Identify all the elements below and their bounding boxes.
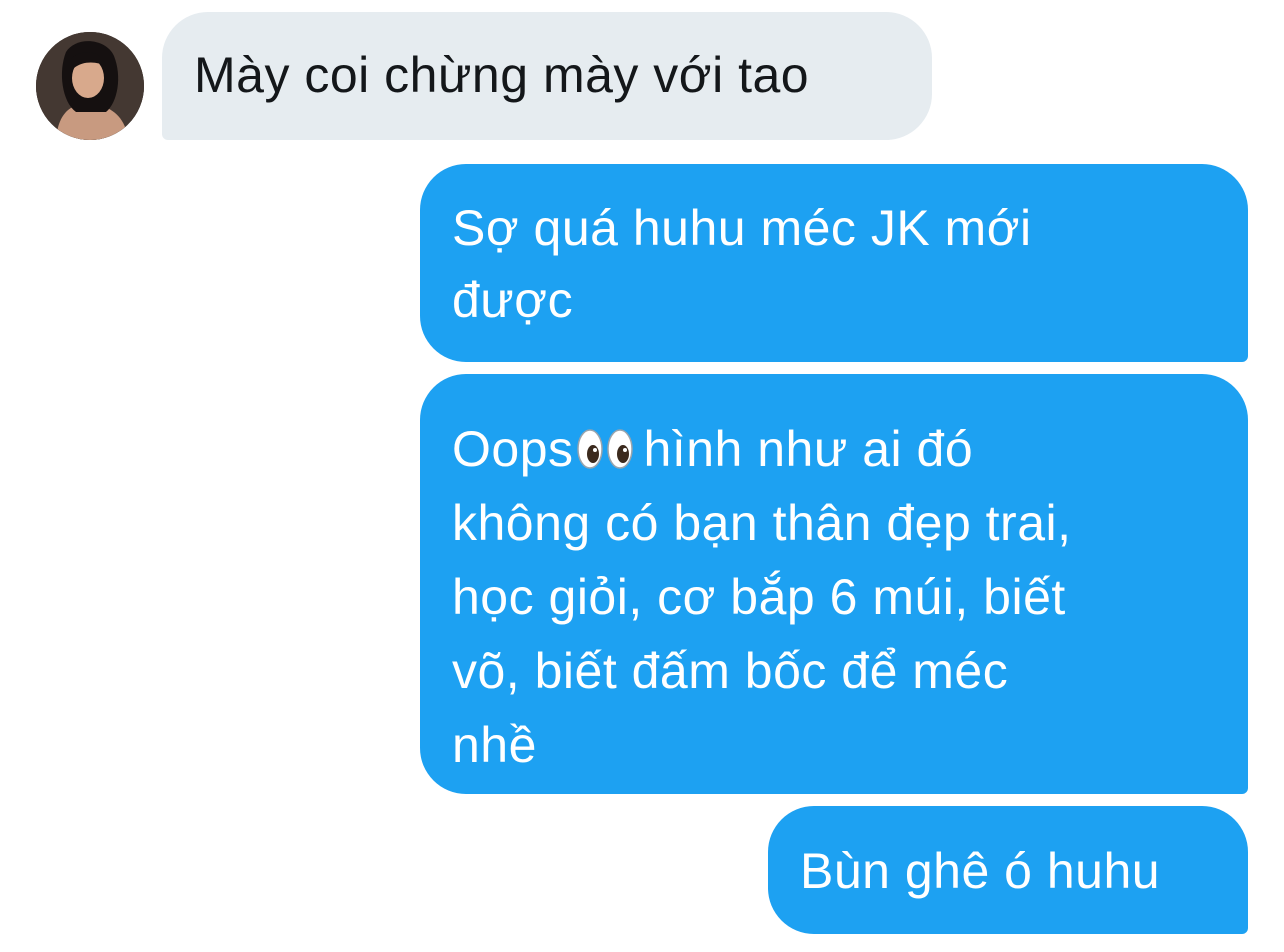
message-text-line: học giỏi, cơ bắp 6 múi, biết	[452, 569, 1066, 625]
incoming-message-bubble[interactable]: Mày coi chừng mày với tao	[162, 12, 932, 140]
message-text-line: Oops hình như ai đó	[452, 414, 1216, 488]
outgoing-message-bubble[interactable]: Oops hình như ai đó không có bạn thân đẹ…	[420, 374, 1248, 794]
message-text: hình như ai đó	[643, 421, 974, 477]
message-text-line: võ, biết đấm bốc để méc	[452, 643, 1009, 699]
outgoing-message-bubble[interactable]: Bùn ghê ó huhu	[768, 806, 1248, 934]
message-text-line: được	[452, 272, 574, 328]
message-text-line: không có bạn thân đẹp trai,	[452, 495, 1072, 551]
message-text-oops: Oops	[452, 421, 574, 477]
message-text-line: Sợ quá huhu méc JK mới	[452, 200, 1032, 256]
avatar-photo-icon	[36, 32, 144, 140]
contact-avatar[interactable]	[36, 32, 144, 140]
message-text-line: nhề	[452, 717, 537, 773]
outgoing-message-bubble[interactable]: Sợ quá huhu méc JK mới được	[420, 164, 1248, 362]
message-text: Bùn ghê ó huhu	[800, 843, 1161, 899]
message-text: Mày coi chừng mày với tao	[194, 47, 810, 103]
eyes-emoji-icon	[576, 426, 634, 472]
